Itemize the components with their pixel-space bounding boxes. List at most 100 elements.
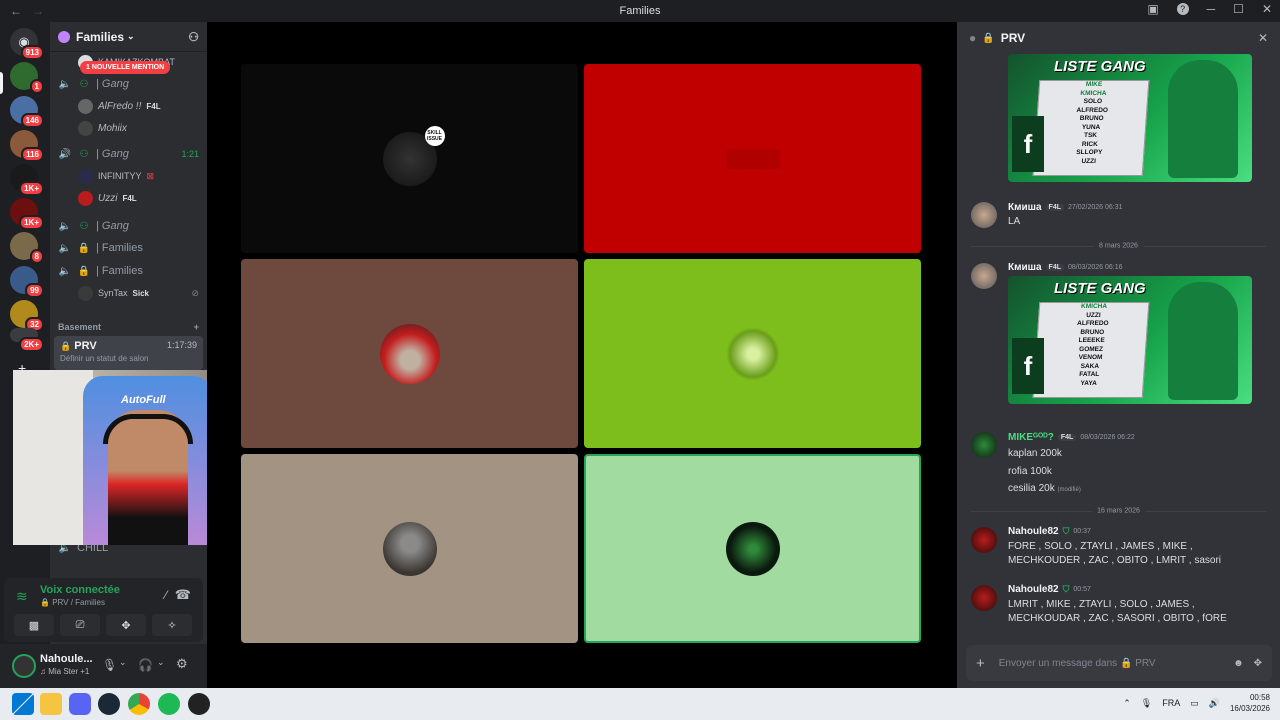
inbox-icon[interactable]: ▣ (1147, 2, 1158, 16)
voice-user-row[interactable]: SynTax Sick ⊘ (78, 283, 199, 303)
image-name: VENOM (1078, 354, 1103, 361)
attach-plus-icon[interactable]: + (976, 655, 985, 672)
discord-app-icon[interactable] (69, 693, 91, 715)
apps-icon[interactable]: ✥ (1254, 658, 1262, 669)
settings-gear-icon[interactable]: ⚙ (176, 656, 188, 672)
new-mention-pill[interactable]: 1 NOUVELLE MENTION (80, 61, 171, 74)
image-attachment[interactable]: LISTE GANG KMICHA UZZI ALFREDO BRUNO LEE… (1008, 276, 1252, 404)
message-author[interactable]: Кмиша (1008, 262, 1042, 273)
participant-tile[interactable] (241, 259, 578, 448)
user-name[interactable]: Nahoule... (40, 653, 93, 665)
voice-user-row[interactable]: AlFredo !! F4L (78, 96, 199, 116)
tray-chevron-icon[interactable]: ⌃ (1123, 698, 1131, 709)
message-line: FORE , SOLO , ZTAYLI , JAMES , MIKE , (1008, 541, 1193, 552)
message-line: cesilia 20k (1008, 483, 1055, 494)
voice-user-row[interactable]: Mohiix (78, 118, 199, 138)
server-icon[interactable]: 116 (10, 130, 44, 162)
image-attachment[interactable]: LISTE GANG MIKE KMICHA SOLO ALFREDO BRUN… (1008, 54, 1252, 182)
server-icon[interactable]: 8 (10, 232, 44, 264)
noise-suppression-icon[interactable]: ⁄ (165, 588, 167, 602)
voice-channel[interactable]: 🔊 ⚇ | Gang 1:21 (58, 144, 199, 164)
message-author[interactable]: MIKEᴳᴼᴰ? (1008, 432, 1054, 443)
voice-channel[interactable]: 🔈 🔒 | Families (58, 238, 199, 258)
voice-location[interactable]: 🔒 PRV / Families (40, 598, 105, 607)
chrome-app-icon[interactable] (128, 693, 150, 715)
file-explorer-icon[interactable] (40, 693, 62, 715)
taskbar-clock[interactable]: 00:58 16/03/2026 (1230, 692, 1270, 714)
game-app-icon[interactable] (188, 693, 210, 715)
screen-share-button[interactable]: ⎚ (60, 614, 100, 636)
voice-channel[interactable]: 🔈 ⚇ | Gang (58, 216, 199, 236)
voice-user-row[interactable]: INFINITYY ⊠ (78, 166, 199, 186)
server-badge: 8 (29, 249, 44, 264)
message-avatar[interactable] (971, 202, 997, 228)
active-voice-channel[interactable]: 🔒 PRV 1:17:39 Définir un statut de salon (54, 336, 203, 370)
composer-placeholder[interactable]: Envoyer un message dans 🔒 PRV (999, 658, 1156, 669)
disconnect-icon[interactable]: ☎ (175, 587, 191, 603)
steam-app-icon[interactable] (98, 693, 120, 715)
participant-tile[interactable] (584, 259, 921, 448)
voice-user-row[interactable]: Uzzi F4L (78, 188, 199, 208)
server-icon[interactable]: 1K+ (10, 164, 44, 196)
close-window-button[interactable]: ✕ (1262, 2, 1272, 16)
image-name: YAYA (1080, 379, 1098, 387)
chevron-down-icon[interactable]: ⌄ (119, 657, 127, 668)
server-icon[interactable]: 146 (10, 96, 44, 128)
input-language[interactable]: FRA (1162, 698, 1180, 708)
participant-tile[interactable] (241, 454, 578, 643)
chevron-down-icon[interactable]: ⌄ (157, 657, 165, 668)
network-icon[interactable]: ▭ (1190, 698, 1199, 709)
composer-channel: PRV (1135, 657, 1156, 669)
spotify-app-icon[interactable] (158, 693, 180, 715)
start-windows-icon[interactable] (12, 693, 34, 715)
server-icon[interactable]: 1K+ (10, 198, 44, 230)
emoji-icon[interactable]: ☻ (1233, 658, 1244, 669)
camera-toggle-button[interactable]: ▩ (14, 614, 54, 636)
message-author[interactable]: Nahoule82 (1008, 526, 1059, 537)
message-avatar[interactable] (971, 585, 997, 611)
minimize-button[interactable]: ─ (1207, 2, 1216, 16)
maximize-button[interactable]: ☐ (1233, 2, 1244, 16)
soundboard-button[interactable]: ✧ (152, 614, 192, 636)
voice-channel[interactable]: 🔈 🔒 | Families (58, 261, 199, 281)
message-composer[interactable]: + Envoyer un message dans 🔒 PRV ☻ ✥ (966, 645, 1272, 681)
back-arrow-icon[interactable]: ← (10, 4, 22, 18)
image-figure (1168, 282, 1238, 400)
tray-microphone-icon[interactable]: 🎙 (1141, 698, 1152, 709)
lock-icon: 🔒 (60, 341, 72, 351)
add-channel-icon[interactable]: + (194, 322, 199, 332)
message-header: Nahoule82 ⛉ 00:57 (1008, 584, 1091, 595)
volume-icon[interactable]: 🔊 (1209, 698, 1220, 709)
participant-tile-speaking[interactable] (584, 454, 921, 643)
home-dm-button[interactable]: ◉ 913 (10, 28, 44, 60)
server-folder[interactable]: 2K+ (10, 328, 44, 352)
user-avatar[interactable] (12, 654, 36, 678)
server-icon[interactable]: 1 (10, 62, 44, 94)
add-member-icon[interactable]: ⚇ (188, 30, 199, 44)
server-icon[interactable]: 99 (10, 266, 44, 298)
lock-icon: 🔒 (77, 242, 91, 254)
microphone-icon[interactable]: 🎙 (102, 658, 117, 672)
message-avatar[interactable] (971, 432, 997, 458)
message-author[interactable]: Кмиша (1008, 202, 1042, 213)
message-body: FORE , SOLO , ZTAYLI , JAMES , MIKE , ME… (1008, 540, 1268, 568)
participant-tile[interactable]: SKILL ISSUE (241, 64, 578, 253)
server-icon[interactable]: 32 (10, 300, 44, 332)
category-name: Basement (58, 322, 102, 332)
speaker-icon: 🔈 (58, 242, 72, 254)
headphones-icon[interactable]: 🎧 (138, 658, 153, 672)
set-status-link[interactable]: Définir un statut de salon (60, 354, 197, 363)
message-author[interactable]: Nahoule82 (1008, 584, 1059, 595)
title-bar: ← → Families ▣ ? ─ ☐ ✕ (0, 0, 1280, 22)
participant-tile[interactable] (584, 64, 921, 253)
help-icon[interactable]: ? (1176, 3, 1189, 15)
forward-arrow-icon[interactable]: → (32, 4, 44, 18)
close-chat-icon[interactable]: ✕ (1258, 31, 1268, 45)
image-name: SAKA (1080, 362, 1100, 370)
category-header[interactable]: Basement + (58, 322, 199, 332)
message-avatar[interactable] (971, 263, 997, 289)
message-avatar[interactable] (971, 527, 997, 553)
activities-button[interactable]: ✥ (106, 614, 146, 636)
voice-channel[interactable]: 🔈 ⚇ | Gang (58, 74, 199, 94)
server-header[interactable]: Families ⌄ ⚇ (50, 22, 207, 52)
